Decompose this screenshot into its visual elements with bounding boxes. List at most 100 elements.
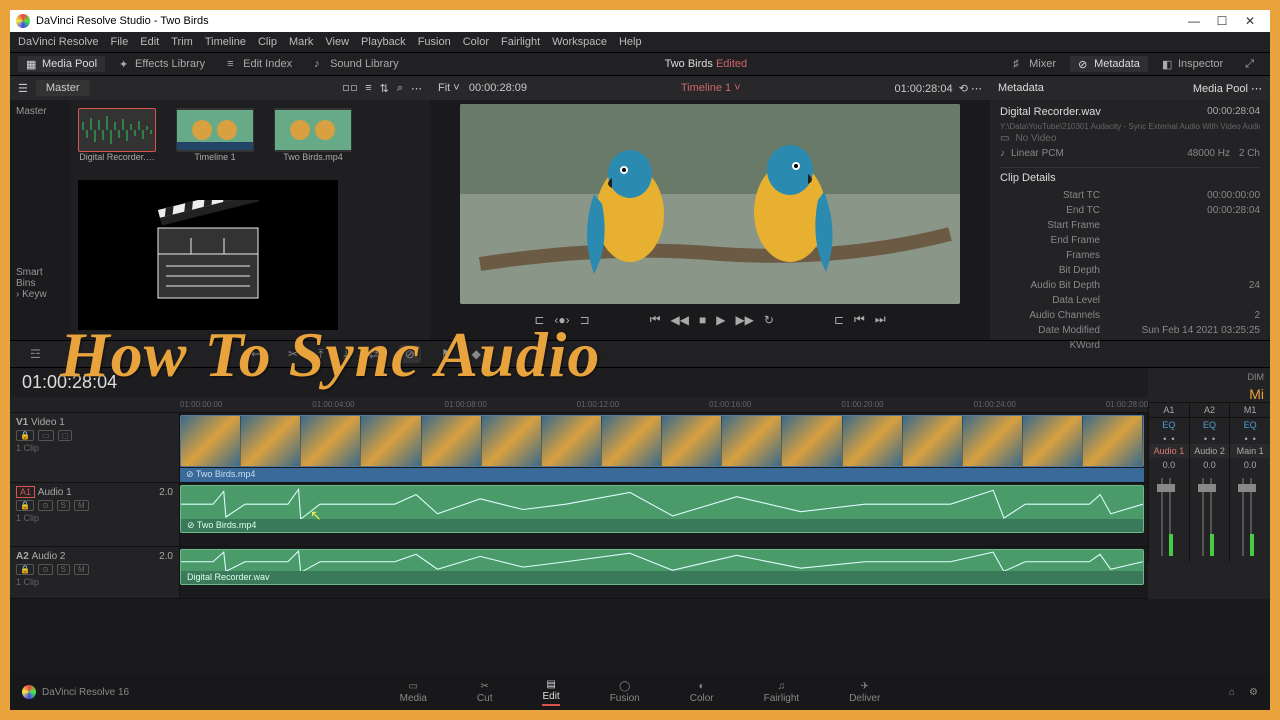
track-body-v1[interactable]: ⊘ Two Birds.mp4: [180, 413, 1148, 482]
metadata-toggle[interactable]: ⊘Metadata: [1070, 56, 1148, 72]
page-media[interactable]: ▭Media: [400, 681, 427, 704]
lock-icon[interactable]: 🔒: [16, 500, 34, 511]
soundlib-toggle[interactable]: ♪Sound Library: [306, 56, 407, 72]
trim-tool-icon[interactable]: ⟷: [251, 347, 268, 361]
fader-a1[interactable]: [1148, 472, 1189, 562]
keyword-bin[interactable]: › Keyw: [16, 289, 64, 300]
solo-button[interactable]: S: [57, 500, 70, 511]
mixer-ch-m1[interactable]: M1: [1229, 403, 1270, 417]
menu-item[interactable]: Edit: [140, 36, 159, 48]
track-head-a1[interactable]: A1 Audio 12.0 🔒⊙SM 1 Clip: [10, 483, 180, 546]
arm-icon[interactable]: ⊙: [38, 564, 53, 575]
gang-icon[interactable]: ⟲: [959, 83, 968, 95]
overwrite-tool-icon[interactable]: ⤓: [343, 347, 348, 362]
menu-item[interactable]: DaVinci Resolve: [18, 36, 99, 48]
lock-icon[interactable]: 🔒: [16, 430, 34, 441]
stop-button[interactable]: ■: [699, 313, 706, 327]
menu-item[interactable]: Workspace: [552, 36, 607, 48]
menu-item[interactable]: View: [325, 36, 349, 48]
timeline-dropdown[interactable]: Timeline 1 ˅: [681, 82, 741, 94]
solo-button[interactable]: S: [57, 564, 70, 575]
page-deliver[interactable]: ✈Deliver: [849, 681, 880, 704]
menu-item[interactable]: Fusion: [418, 36, 451, 48]
overwrite-icon[interactable]: ⊐: [580, 313, 590, 327]
clip-thumb-audio[interactable]: Digital Recorder.…: [78, 108, 156, 162]
page-edit[interactable]: ▤Edit: [542, 679, 559, 706]
mixer-ch-a2[interactable]: A2: [1189, 403, 1230, 417]
arm-icon[interactable]: ⊙: [38, 500, 53, 511]
pool-master-folder[interactable]: Master: [16, 106, 64, 117]
flag-icon[interactable]: ⚑: [441, 347, 452, 361]
fader-main[interactable]: [1229, 472, 1270, 562]
sort-icon[interactable]: ⇅: [380, 82, 389, 95]
prev-button[interactable]: ◀◀: [671, 313, 689, 327]
settings-icon[interactable]: ⚙: [1249, 687, 1258, 698]
blade-tool-icon[interactable]: ✂: [288, 347, 298, 361]
source-viewer[interactable]: [78, 180, 338, 330]
page-fairlight[interactable]: ♫Fairlight: [764, 681, 800, 704]
insert-tool-icon[interactable]: ⤒: [318, 347, 323, 362]
more-icon[interactable]: ⋯: [411, 82, 422, 95]
link-tool-icon[interactable]: ⊘: [399, 345, 421, 363]
menu-item[interactable]: Clip: [258, 36, 277, 48]
meta-more-icon[interactable]: ⋯: [1251, 83, 1262, 95]
viewer-canvas[interactable]: [460, 104, 960, 304]
home-icon[interactable]: ⌂: [1229, 687, 1235, 698]
marker-icon[interactable]: ◆: [472, 347, 481, 361]
page-cut[interactable]: ✂Cut: [477, 681, 493, 704]
inspector-toggle[interactable]: ◧Inspector: [1154, 56, 1231, 72]
close-button[interactable]: ✕: [1236, 14, 1264, 28]
audio-clip-2[interactable]: Digital Recorder.wav: [180, 549, 1144, 585]
fit-dropdown[interactable]: Fit: [438, 82, 450, 94]
mixer-toggle[interactable]: ♯Mixer: [1005, 56, 1064, 72]
mediapool-toggle[interactable]: ▦Media Pool: [18, 56, 105, 72]
maximize-button[interactable]: ☐: [1208, 14, 1236, 28]
menu-item[interactable]: Help: [619, 36, 642, 48]
minimize-button[interactable]: —: [1180, 14, 1208, 28]
loop-button[interactable]: ↻: [764, 313, 774, 327]
timeline-ruler[interactable]: 01:00:00:0001:00:04:0001:00:08:0001:00:1…: [10, 397, 1148, 413]
video-clip[interactable]: [180, 415, 1144, 467]
list-toggle-icon[interactable]: ☰: [18, 82, 28, 95]
expand-button[interactable]: ⤢: [1237, 56, 1262, 73]
master-chip[interactable]: Master: [36, 80, 90, 96]
match-frame-icon[interactable]: ⊏: [534, 313, 544, 327]
track-body-a1[interactable]: ⊘ Two Birds.mp4 ↖: [180, 483, 1148, 546]
mute-button[interactable]: M: [74, 500, 89, 511]
view-grid-icon[interactable]: [343, 85, 357, 91]
dim-button[interactable]: DIM: [1248, 372, 1265, 382]
track-head-v1[interactable]: V1 Video 1 🔒▭◻ 1 Clip: [10, 413, 180, 482]
mixer-ch-a1[interactable]: A1: [1148, 403, 1189, 417]
menu-item[interactable]: Trim: [171, 36, 193, 48]
menu-item[interactable]: Fairlight: [501, 36, 540, 48]
timeline-options-icon[interactable]: ☲: [30, 347, 41, 361]
clip-thumb-timeline[interactable]: Timeline 1: [176, 108, 254, 162]
menu-item[interactable]: Playback: [361, 36, 406, 48]
menu-item[interactable]: File: [111, 36, 129, 48]
track-toggle[interactable]: ▭: [38, 430, 54, 441]
play-button[interactable]: ▶: [716, 313, 725, 327]
viewer-more-icon[interactable]: ⋯: [971, 83, 982, 95]
view-list-icon[interactable]: ≡: [365, 82, 371, 94]
fader-a2[interactable]: [1189, 472, 1230, 562]
fxlib-toggle[interactable]: ✦Effects Library: [111, 56, 213, 72]
page-fusion[interactable]: ◯Fusion: [610, 681, 640, 704]
menu-item[interactable]: Mark: [289, 36, 313, 48]
mute-button[interactable]: M: [74, 564, 89, 575]
page-color[interactable]: ◐Color: [690, 681, 714, 704]
lock-icon[interactable]: 🔒: [16, 564, 34, 575]
track-body-a2[interactable]: Digital Recorder.wav: [180, 547, 1148, 598]
menu-item[interactable]: Timeline: [205, 36, 246, 48]
next-button[interactable]: ▶▶: [735, 313, 753, 327]
editindex-toggle[interactable]: ≡Edit Index: [219, 56, 300, 72]
audio-clip-1[interactable]: ⊘ Two Birds.mp4: [180, 485, 1144, 533]
mark-in-icon[interactable]: ⊏: [834, 313, 844, 327]
selection-tool[interactable]: ➤: [221, 347, 231, 361]
replace-tool-icon[interactable]: ⇄: [369, 347, 379, 361]
clip-thumb-video[interactable]: Two Birds.mp4: [274, 108, 352, 162]
search-icon[interactable]: ⌕: [397, 82, 403, 95]
insert-icon[interactable]: ‹●›: [554, 313, 569, 327]
first-frame-button[interactable]: ⏮: [650, 312, 661, 327]
menu-item[interactable]: Color: [463, 36, 489, 48]
track-disable[interactable]: ◻: [58, 430, 73, 441]
